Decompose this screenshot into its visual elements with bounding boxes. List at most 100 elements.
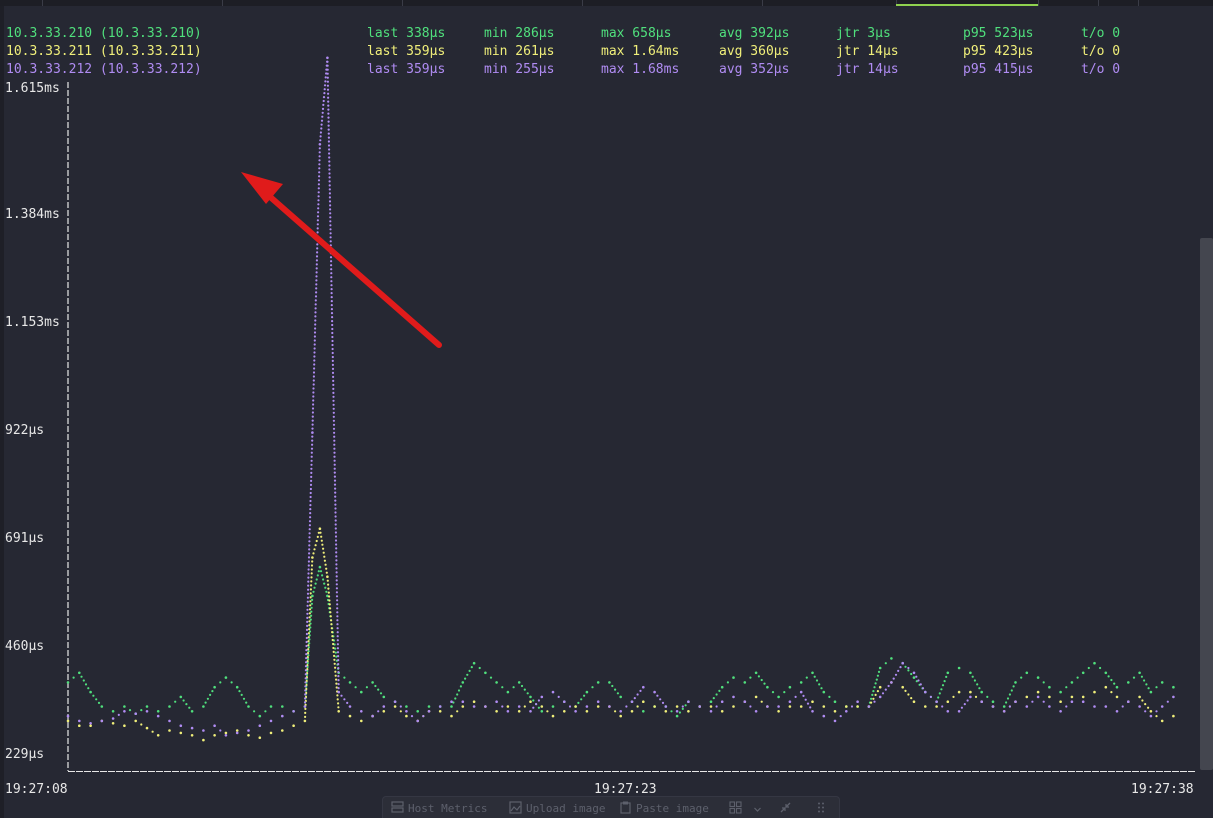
data-point: [777, 705, 780, 708]
data-point: [308, 544, 311, 547]
data-point: [788, 700, 792, 703]
host-metrics-button[interactable]: Host Metrics: [391, 801, 487, 817]
terminal-window: 10.3.33.210 (10.3.33.210) last 338µs min…: [0, 0, 1213, 818]
data-point: [95, 698, 98, 701]
data-point: [304, 693, 307, 696]
data-point: [334, 511, 337, 514]
data-point: [333, 483, 337, 486]
data-point: [307, 568, 310, 571]
data-point: [1059, 690, 1062, 694]
host-metrics-label: Host Metrics: [408, 802, 488, 815]
data-point: [328, 172, 331, 175]
data-point: [328, 168, 331, 171]
data-point: [307, 646, 310, 649]
data-point: [309, 604, 312, 607]
data-point: [89, 722, 92, 725]
data-point: [312, 399, 315, 402]
data-point: [332, 423, 336, 426]
data-point: [329, 216, 332, 219]
data-point: [331, 351, 334, 355]
data-point: [304, 669, 307, 672]
data-point: [818, 683, 821, 686]
data-point: [1002, 705, 1006, 708]
paste-image-button[interactable]: Paste image: [619, 801, 709, 817]
data-point: [732, 676, 735, 679]
data-point: [331, 363, 334, 366]
data-point: [310, 459, 313, 462]
data-point: [328, 599, 331, 602]
data-point: [264, 710, 267, 713]
data-point: [811, 671, 814, 675]
data-point: [457, 689, 461, 692]
data-point: [670, 710, 673, 713]
data-point: [980, 700, 983, 703]
data-point: [330, 623, 333, 626]
data-point: [324, 76, 327, 79]
upload-image-button[interactable]: Upload image: [509, 801, 605, 817]
data-point: [321, 111, 324, 114]
data-point: [315, 578, 318, 581]
data-point: [140, 723, 143, 726]
layout-dropdown[interactable]: [729, 801, 766, 817]
data-point: [523, 688, 526, 691]
data-point: [312, 387, 315, 390]
data-point: [332, 403, 335, 406]
data-point: [321, 543, 324, 546]
data-point: [309, 516, 312, 519]
data-point: [456, 693, 459, 696]
drag-handle[interactable]: [817, 801, 829, 817]
data-point: [323, 92, 326, 95]
data-point: [1147, 706, 1150, 709]
data-point: [659, 698, 662, 701]
data-point: [308, 624, 311, 627]
data-point: [633, 697, 636, 700]
data-point: [317, 187, 320, 190]
data-point: [495, 700, 498, 703]
data-point: [897, 669, 900, 673]
data-point: [313, 355, 316, 358]
data-point: [337, 683, 340, 686]
data-point: [377, 688, 380, 691]
data-point: [337, 655, 340, 658]
data-point: [307, 580, 310, 583]
scrollbar-thumb[interactable]: [1200, 238, 1213, 770]
data-point: [308, 524, 311, 527]
data-point: [1149, 714, 1153, 718]
data-point: [333, 479, 337, 482]
data-point: [884, 662, 887, 665]
data-point: [563, 700, 566, 703]
data-point: [156, 710, 160, 713]
data-point: [305, 657, 308, 660]
data-point: [856, 700, 859, 703]
data-point: [312, 375, 315, 378]
data-point: [247, 729, 250, 732]
data-point: [1036, 690, 1040, 694]
data-point: [833, 719, 837, 723]
data-point: [328, 188, 331, 191]
data-point: [308, 620, 311, 623]
data-point: [334, 503, 337, 506]
data-point: [334, 523, 337, 526]
data-point: [204, 701, 207, 704]
data-point: [330, 268, 333, 271]
collapse-button[interactable]: [779, 801, 796, 817]
data-point: [374, 684, 377, 688]
data-point: [335, 571, 338, 574]
data-point: [715, 705, 718, 708]
data-point: [348, 681, 352, 684]
data-point: [327, 96, 330, 99]
data-point: [360, 719, 363, 723]
data-point: [529, 710, 532, 713]
data-point: [726, 681, 730, 684]
data-point: [308, 532, 311, 535]
data-point: [245, 701, 248, 704]
data-point: [1081, 700, 1085, 703]
data-point: [794, 695, 797, 699]
data-point: [354, 686, 357, 689]
data-point: [630, 710, 634, 713]
data-point: [309, 588, 312, 591]
data-point: [317, 199, 320, 202]
data-point: [461, 705, 465, 708]
data-point: [314, 307, 317, 310]
data-point: [718, 689, 721, 693]
